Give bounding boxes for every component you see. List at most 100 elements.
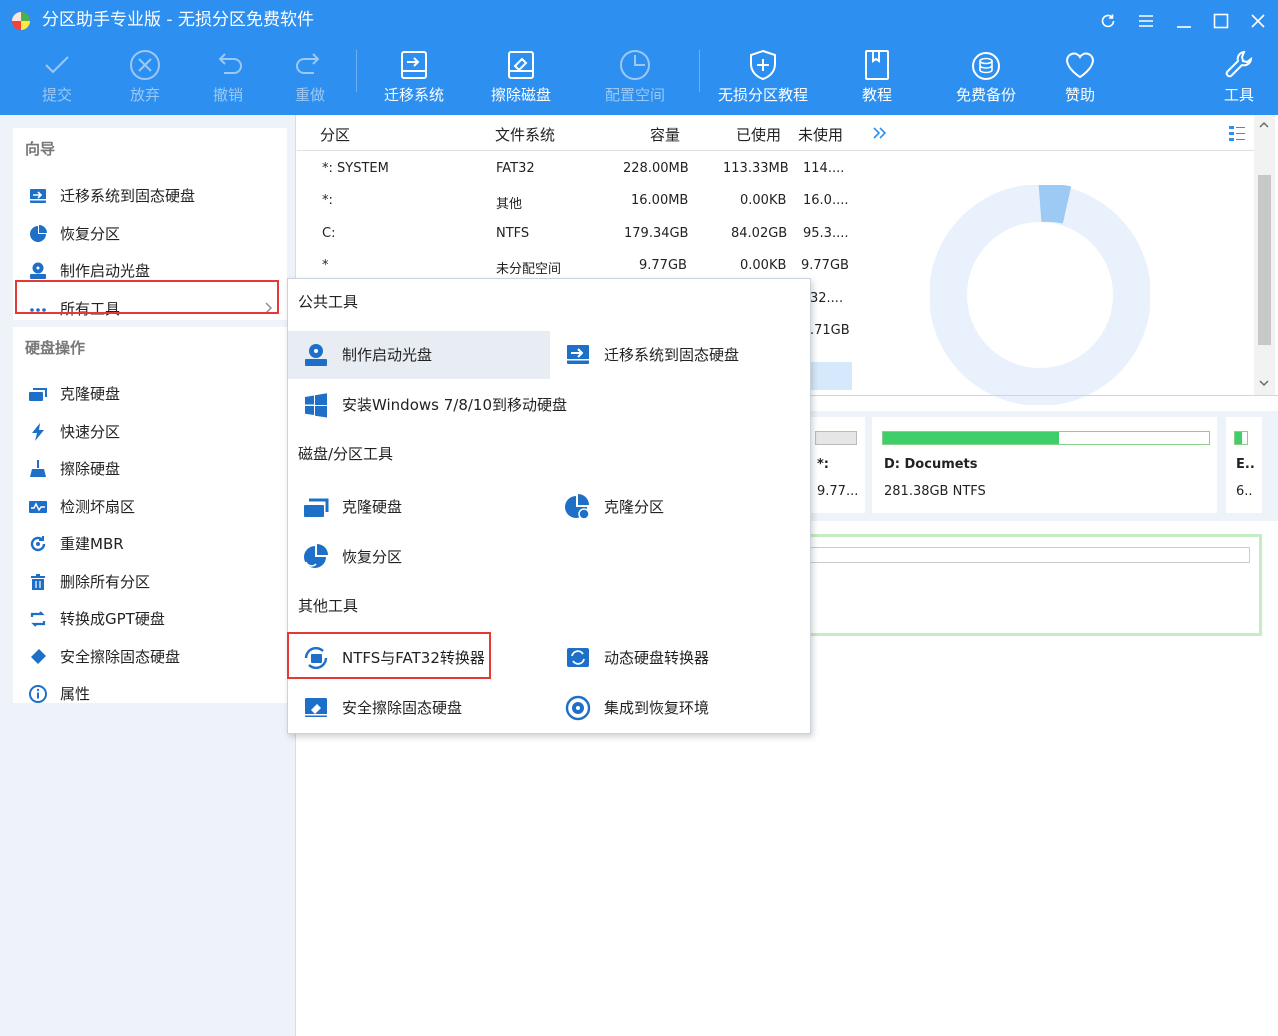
section-title-disk-tools: 磁盘/分区工具 — [298, 445, 394, 463]
convert-icon — [30, 611, 46, 627]
redo-icon — [296, 53, 320, 74]
shield-plus-icon — [750, 49, 776, 81]
dynamic-disk-converter-icon — [567, 648, 589, 667]
recovery-env-icon — [565, 695, 591, 721]
sidebar-item-quick-partition[interactable]: 快速分区 — [13, 414, 287, 450]
tools-button[interactable]: 工具 — [1212, 47, 1266, 111]
section-title-other-tools: 其他工具 — [298, 597, 359, 615]
migrate-system-button[interactable]: 迁移系统 — [378, 47, 450, 111]
menu-item-secure-erase-ssd[interactable]: 安全擦除固态硬盘 — [288, 684, 550, 732]
clone-disk-icon — [304, 498, 329, 517]
submit-button[interactable]: 提交 — [30, 47, 84, 111]
sidebar-item-clone-disk[interactable]: 克隆硬盘 — [13, 376, 287, 412]
sidebar-item-rebuild-mbr[interactable]: 重建MBR — [13, 526, 287, 562]
pie-clock-icon — [620, 50, 650, 80]
disk-operations-title: 硬盘操作 — [25, 339, 86, 357]
sidebar-item-properties[interactable]: 属性 — [13, 676, 287, 706]
tutorial-button[interactable]: 教程 — [850, 47, 904, 111]
view-toggle-icon[interactable] — [1228, 124, 1246, 142]
redo-button[interactable]: 重做 — [283, 47, 337, 111]
title-bar: 分区助手专业版 - 无损分区免费软件 — [0, 0, 1278, 41]
app-window: 分区助手专业版 - 无损分区免费软件 提交 放弃 撤销 重做 迁移系统 擦除磁盘… — [0, 0, 1278, 1036]
clone-disk-icon — [29, 388, 47, 401]
allocate-space-button[interactable]: 配置空间 — [599, 47, 671, 111]
column-filesystem[interactable]: 文件系统 — [495, 124, 555, 145]
info-icon — [29, 685, 47, 703]
menu-item-recover-partition[interactable]: 恢复分区 — [288, 533, 550, 581]
sidebar: 向导 迁移系统到固态硬盘 恢复分区 制作启动光盘 所有工具 硬盘操作 克隆硬盘 … — [0, 115, 296, 1036]
scroll-down-icon[interactable] — [1258, 377, 1270, 389]
disk-partition-block[interactable]: D: Documets 281.38GB NTFS — [872, 417, 1217, 513]
menu-item-clone-partition[interactable]: 克隆分区 — [550, 483, 812, 531]
partition-usage-bar — [882, 431, 1210, 445]
backup-icon — [972, 52, 1000, 80]
guide-title: 向导 — [25, 140, 56, 158]
toolbar-separator — [356, 50, 357, 92]
menu-item-install-windows-usb[interactable]: 安装Windows 7/8/10到移动硬盘 — [288, 381, 808, 429]
lightning-icon — [32, 423, 44, 441]
minimize-button[interactable] — [1171, 8, 1197, 34]
menu-item-clone-disk[interactable]: 克隆硬盘 — [288, 483, 550, 531]
trash-icon — [31, 574, 45, 590]
migrate-disk-icon — [401, 51, 427, 79]
donut-used-slice — [1038, 185, 1072, 224]
sidebar-item-bad-sector-check[interactable]: 检测坏扇区 — [13, 489, 287, 525]
column-partition[interactable]: 分区 — [320, 124, 350, 145]
table-vertical-scrollbar[interactable] — [1254, 115, 1275, 395]
refresh-icon — [1101, 14, 1115, 28]
undo-icon — [218, 53, 242, 74]
scroll-thumb[interactable] — [1258, 175, 1271, 345]
check-icon — [45, 56, 69, 74]
partition-usage-bar — [1234, 431, 1248, 445]
partition-usage-fill — [1235, 432, 1243, 444]
sidebar-item-wipe-disk[interactable]: 擦除硬盘 — [13, 451, 287, 487]
section-title-common-tools: 公共工具 — [298, 293, 359, 311]
close-button[interactable] — [1245, 8, 1271, 34]
discard-button[interactable]: 放弃 — [118, 47, 172, 111]
double-chevron-right-icon[interactable] — [872, 125, 888, 141]
boot-disc-icon — [30, 262, 46, 279]
refresh-button[interactable] — [1095, 8, 1121, 34]
app-logo-icon — [12, 12, 30, 30]
undo-button[interactable]: 撤销 — [201, 47, 255, 111]
wipe-disk-button[interactable]: 擦除磁盘 — [485, 47, 557, 111]
partition-tutorial-button[interactable]: 无损分区教程 — [713, 47, 813, 111]
minimize-icon — [1177, 26, 1191, 28]
menu-item-recovery-environment[interactable]: 集成到恢复环境 — [550, 684, 812, 732]
clone-partition-icon — [565, 494, 590, 520]
menu-button[interactable] — [1133, 8, 1159, 34]
sidebar-item-secure-erase-ssd[interactable]: 安全擦除固态硬盘 — [13, 639, 287, 675]
column-used[interactable]: 已使用 — [736, 124, 781, 145]
boot-disc-icon — [305, 344, 327, 366]
sidebar-item-migrate-ssd[interactable]: 迁移系统到固态硬盘 — [13, 178, 287, 214]
window-title: 分区助手专业版 - 无损分区免费软件 — [42, 10, 314, 30]
wipe-disk-icon — [508, 51, 534, 79]
wrench-icon — [1225, 50, 1253, 78]
eraser-icon — [31, 649, 46, 664]
sidebar-item-recover-partition[interactable]: 恢复分区 — [13, 216, 287, 252]
sidebar-item-convert-gpt[interactable]: 转换成GPT硬盘 — [13, 601, 287, 637]
eraser-icon — [305, 698, 327, 717]
migrate-ssd-icon — [567, 345, 589, 364]
scroll-up-icon[interactable] — [1258, 119, 1270, 131]
disk-detail-box — [797, 534, 1262, 636]
sidebar-item-delete-all-partitions[interactable]: 删除所有分区 — [13, 564, 287, 600]
usage-donut-chart — [930, 185, 1150, 405]
all-tools-highlight — [15, 280, 279, 314]
column-capacity[interactable]: 容量 — [650, 124, 680, 145]
partition-usage-fill — [883, 432, 1060, 444]
heart-icon — [1065, 52, 1095, 79]
sponsor-button[interactable]: 赞助 — [1053, 47, 1107, 111]
menu-item-boot-disc[interactable]: 制作启动光盘 — [288, 331, 550, 379]
book-icon — [865, 50, 889, 80]
column-unused[interactable]: 未使用 — [798, 124, 843, 145]
disk-partition-block[interactable]: *: 9.77... — [807, 417, 865, 513]
toolbar-separator — [699, 50, 700, 92]
menu-item-migrate-ssd[interactable]: 迁移系统到固态硬盘 — [550, 331, 812, 379]
cancel-circle-icon — [130, 50, 160, 80]
disk-operations-panel: 硬盘操作 克隆硬盘 快速分区 擦除硬盘 检测坏扇区 重建MBR 删除所有分区 转… — [13, 327, 287, 703]
free-backup-button[interactable]: 免费备份 — [950, 47, 1022, 111]
disk-partition-block[interactable]: E.. 6.. — [1226, 417, 1262, 513]
maximize-button[interactable] — [1208, 8, 1234, 34]
menu-item-dynamic-disk-converter[interactable]: 动态硬盘转换器 — [550, 634, 812, 682]
